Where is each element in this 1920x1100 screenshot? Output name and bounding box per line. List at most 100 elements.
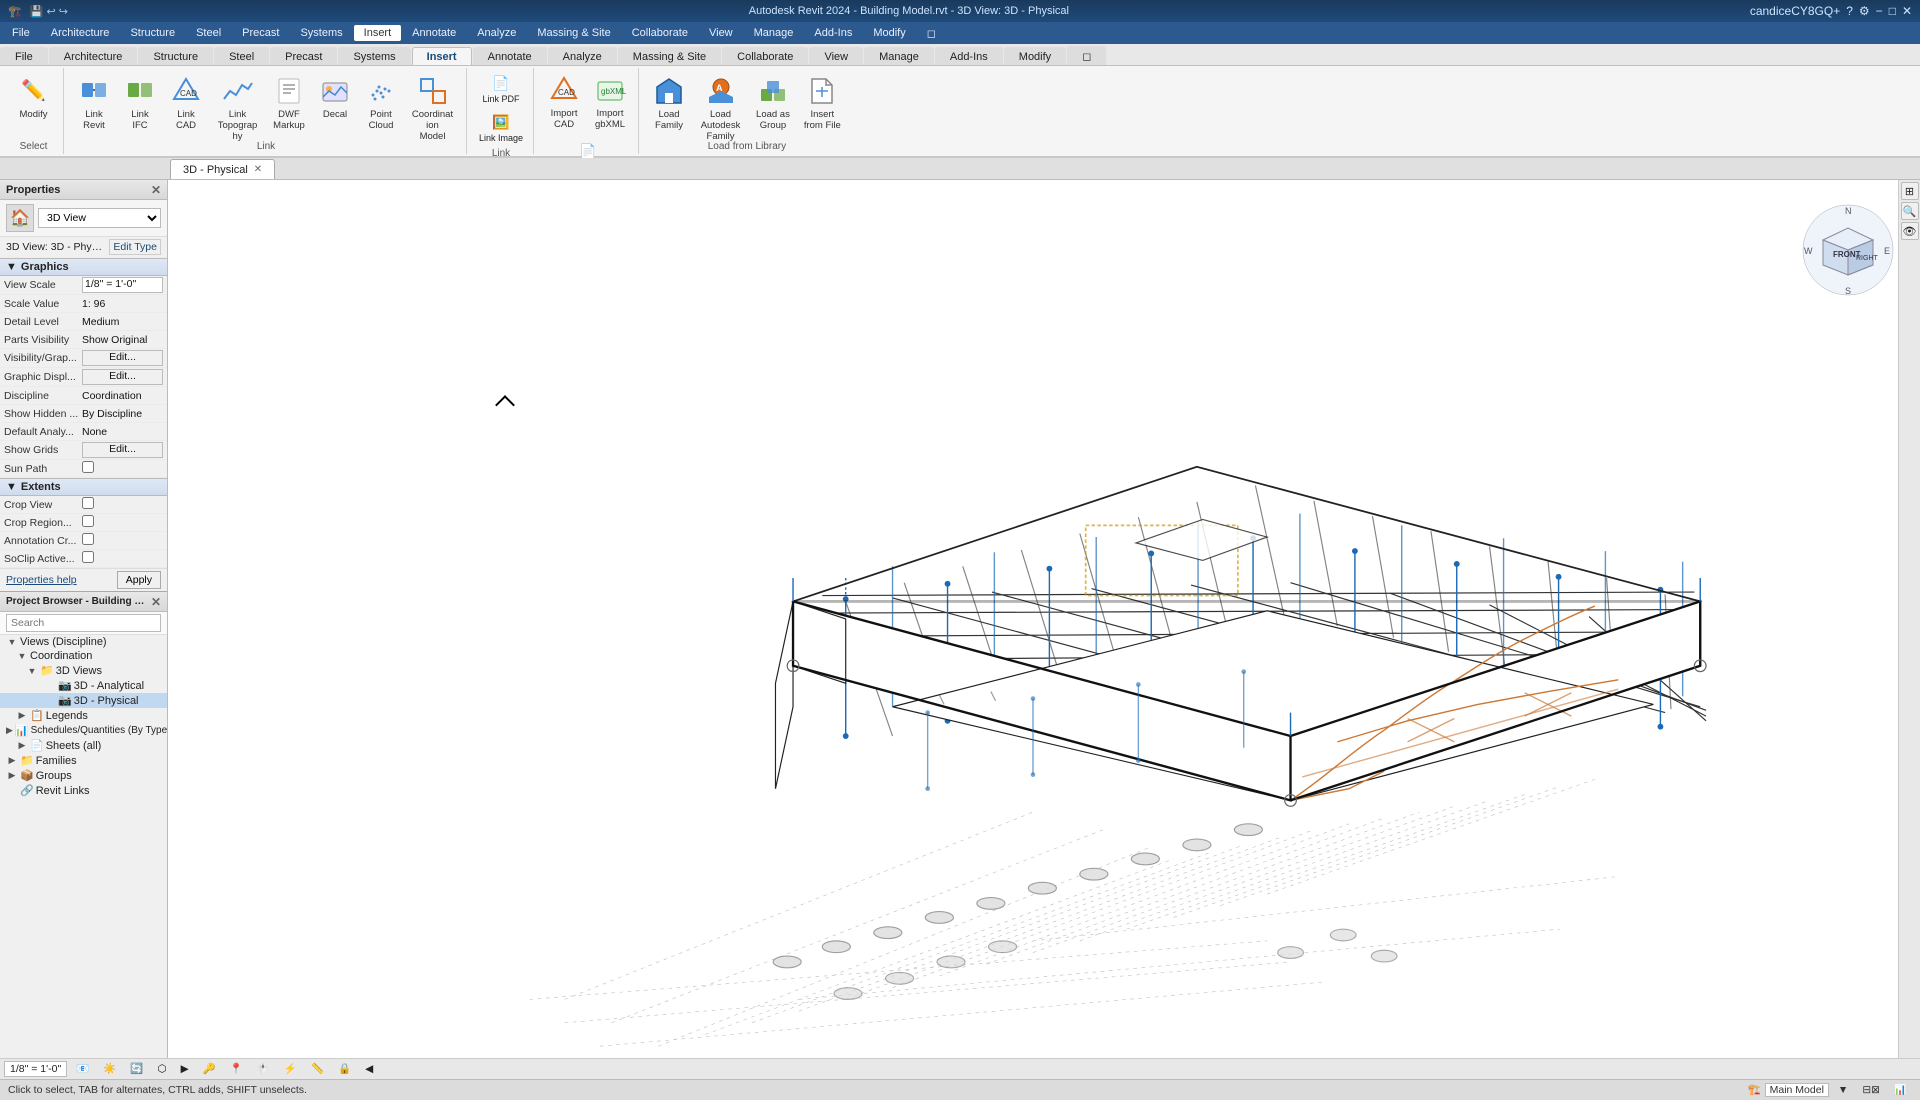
email-icon-btn[interactable]: 📧 xyxy=(71,1060,94,1077)
browser-search-input[interactable] xyxy=(6,614,161,632)
properties-close-button[interactable]: ✕ xyxy=(151,183,161,197)
3d-views-toggle[interactable]: ▼ xyxy=(26,666,38,676)
families-toggle[interactable]: ▶ xyxy=(6,755,18,766)
minimize-button[interactable]: − xyxy=(1876,4,1883,18)
tree-item-legends[interactable]: ▶ 📋 Legends xyxy=(0,708,167,723)
menu-item-collaborate[interactable]: Collaborate xyxy=(622,25,698,41)
coordination-model-button[interactable]: CoordinationModel xyxy=(405,71,460,139)
annotation-cr-checkbox[interactable] xyxy=(82,533,94,545)
canvas-area[interactable]: .grid-line { stroke: #aaa; stroke-width:… xyxy=(168,180,1898,1058)
tree-item-schedules[interactable]: ▶ 📊 Schedules/Quantities (By Type) xyxy=(0,723,167,738)
link-topography-button[interactable]: LinkTopography xyxy=(210,71,265,139)
view-cube[interactable]: FRONT RIGHT N S W E xyxy=(1798,200,1878,280)
sun-path-checkbox[interactable] xyxy=(82,461,94,473)
lock-icon-btn[interactable]: 🔒 xyxy=(333,1060,356,1077)
ribbon-tab-steel[interactable]: Steel xyxy=(214,47,269,65)
sheets-toggle[interactable]: ▶ xyxy=(16,740,28,751)
link-cad-button[interactable]: CAD LinkCAD xyxy=(164,71,208,139)
insert-from-file-button[interactable]: Insertfrom File xyxy=(798,71,847,139)
load-as-group-button[interactable]: Load asGroup xyxy=(750,71,796,139)
workset-selector[interactable]: Main Model xyxy=(1765,1083,1829,1097)
graphics-section-header[interactable]: ▼ Graphics xyxy=(0,258,167,276)
schedules-toggle[interactable]: ▶ xyxy=(6,725,13,736)
right-sidebar-btn-3[interactable]: 👁 xyxy=(1901,222,1919,240)
soclip-checkbox[interactable] xyxy=(82,551,94,563)
menu-item-analyze[interactable]: Analyze xyxy=(467,25,526,41)
crop-region-checkbox[interactable] xyxy=(82,515,94,527)
menu-item-file[interactable]: File xyxy=(2,25,40,41)
ribbon-tab-manage[interactable]: Manage xyxy=(864,47,934,65)
tree-item-coordination[interactable]: ▼ Coordination xyxy=(0,649,167,663)
tree-item-families[interactable]: ▶ 📁 Families xyxy=(0,753,167,768)
key-icon-btn[interactable]: 🔑 xyxy=(198,1060,221,1077)
import-gbxml-button[interactable]: gbXML ImportgbXML xyxy=(588,70,632,138)
tree-item-groups[interactable]: ▶ 📦 Groups xyxy=(0,768,167,783)
menu-item-view[interactable]: View xyxy=(699,25,743,41)
tree-item-views[interactable]: ▼ Views (Discipline) xyxy=(0,635,167,649)
views-toggle[interactable]: ▼ xyxy=(6,637,18,647)
measure-icon-btn[interactable]: 📏 xyxy=(306,1060,329,1077)
load-autodesk-family-button[interactable]: A Load AutodeskFamily xyxy=(693,71,748,139)
maximize-button[interactable]: □ xyxy=(1889,4,1896,18)
menu-item-modify[interactable]: Modify xyxy=(863,25,915,41)
tree-item-3d-physical[interactable]: 📷 3D - Physical xyxy=(0,693,167,708)
menu-item-[interactable]: ◻ xyxy=(917,25,946,42)
ribbon-tab-add-ins[interactable]: Add-Ins xyxy=(935,47,1003,65)
quick-access[interactable]: 💾 ↩ ↪ xyxy=(30,5,68,18)
menu-item-architecture[interactable]: Architecture xyxy=(41,25,120,41)
menu-item-manage[interactable]: Manage xyxy=(744,25,804,41)
import-cad-button[interactable]: CAD ImportCAD xyxy=(542,70,586,138)
back-icon-btn[interactable]: ◀ xyxy=(360,1061,378,1077)
tree-item-revit-links[interactable]: 🔗 Revit Links xyxy=(0,783,167,798)
ribbon-tab-massing--site[interactable]: Massing & Site xyxy=(618,47,721,65)
sun-icon-btn[interactable]: ☀️ xyxy=(98,1060,121,1077)
ribbon-tab-structure[interactable]: Structure xyxy=(138,47,213,65)
schedule-btn[interactable]: 📊 xyxy=(1889,1081,1912,1098)
legends-toggle[interactable]: ▶ xyxy=(16,710,28,721)
type-selector[interactable]: 3D View xyxy=(38,208,161,228)
decal-button[interactable]: Decal xyxy=(313,71,357,139)
crop-view-checkbox[interactable] xyxy=(82,497,94,509)
ribbon-tab-precast[interactable]: Precast xyxy=(270,47,337,65)
menu-item-precast[interactable]: Precast xyxy=(232,25,289,41)
play-icon-btn[interactable]: ▶ xyxy=(176,1061,194,1077)
view-tab-3d-physical[interactable]: 3D - Physical ✕ xyxy=(170,159,275,179)
right-sidebar-btn-1[interactable]: ⊞ xyxy=(1901,182,1919,200)
ribbon-tab-insert[interactable]: Insert xyxy=(412,47,472,65)
apply-button[interactable]: Apply xyxy=(117,571,161,589)
cursor-icon-btn[interactable]: 🖱️ xyxy=(252,1060,275,1077)
ribbon-tab-view[interactable]: View xyxy=(809,47,863,65)
modify-button[interactable]: ✏️ Modify xyxy=(12,71,56,139)
tree-item-3d-views[interactable]: ▼ 📁 3D Views xyxy=(0,663,167,678)
viewport[interactable]: .grid-line { stroke: #aaa; stroke-width:… xyxy=(168,180,1898,1058)
rotate-icon-btn[interactable]: 🔄 xyxy=(125,1060,148,1077)
menu-item-structure[interactable]: Structure xyxy=(120,25,185,41)
ribbon-tab-file[interactable]: File xyxy=(0,47,48,65)
link-image-button[interactable]: 🖼️ Link Image xyxy=(475,109,527,146)
tree-item-3d-analytical[interactable]: 📷 3D - Analytical xyxy=(0,678,167,693)
menu-item-insert[interactable]: Insert xyxy=(354,25,402,41)
edit-type-button[interactable]: Edit Type xyxy=(109,239,161,255)
ribbon-tab-analyze[interactable]: Analyze xyxy=(548,47,617,65)
menu-item-add-ins[interactable]: Add-Ins xyxy=(804,25,862,41)
settings-button[interactable]: ⚙ xyxy=(1859,4,1870,18)
point-cloud-button[interactable]: PointCloud xyxy=(359,71,403,139)
help-button[interactable]: ? xyxy=(1846,4,1853,18)
view-tab-close[interactable]: ✕ xyxy=(254,164,262,175)
ribbon-tab-collaborate[interactable]: Collaborate xyxy=(722,47,808,65)
design-options[interactable]: ⊟⊠ xyxy=(1857,1082,1885,1098)
pin-icon-btn[interactable]: 📍 xyxy=(225,1060,248,1077)
link-ifc-button[interactable]: LinkIFC xyxy=(118,71,162,139)
ribbon-tab-annotate[interactable]: Annotate xyxy=(473,47,547,65)
title-controls[interactable]: candiceCY8GQ+ ? ⚙ − □ ✕ xyxy=(1750,4,1912,18)
groups-toggle[interactable]: ▶ xyxy=(6,770,18,781)
dwf-markup-button[interactable]: DWFMarkup xyxy=(267,71,311,139)
menu-item-systems[interactable]: Systems xyxy=(290,25,352,41)
load-family-button[interactable]: LoadFamily xyxy=(647,71,691,139)
snap-icon-btn[interactable]: ⚡ xyxy=(279,1060,302,1077)
ribbon-tab-systems[interactable]: Systems xyxy=(338,47,410,65)
link-revit-button[interactable]: LinkRevit xyxy=(72,71,116,139)
ribbon-tab-[interactable]: ◻ xyxy=(1067,46,1106,65)
menu-item-massing--site[interactable]: Massing & Site xyxy=(527,25,620,41)
model-icon-btn[interactable]: ⬡ xyxy=(152,1061,171,1077)
